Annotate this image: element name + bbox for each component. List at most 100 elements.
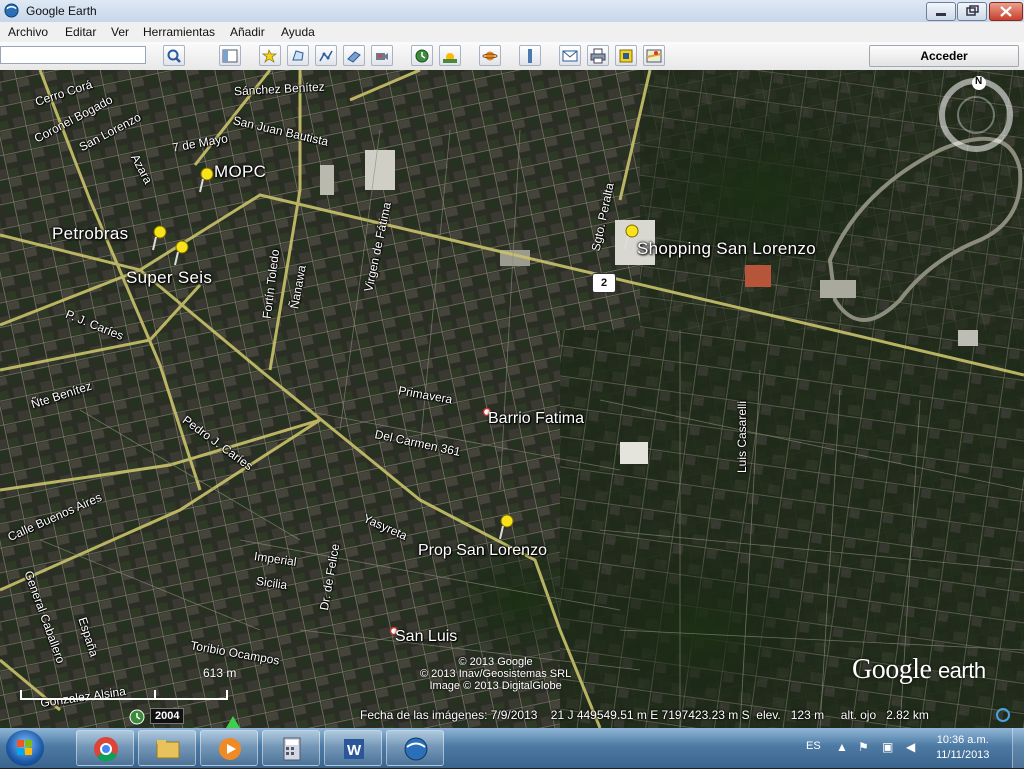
menu-anadir[interactable]: Añadir — [230, 25, 265, 39]
taskbar-google-earth[interactable] — [386, 730, 444, 766]
streaming-indicator-icon — [996, 708, 1010, 722]
sidebar-toggle-button[interactable] — [219, 45, 241, 66]
search-input[interactable] — [0, 46, 146, 64]
place-label[interactable]: Barrio Fatima — [488, 410, 584, 428]
window-title: Google Earth — [26, 4, 97, 18]
taskbar-calculator[interactable] — [262, 730, 320, 766]
minimize-button[interactable] — [926, 2, 956, 21]
clock-date: 11/11/2013 — [936, 749, 990, 761]
language-indicator[interactable]: ES — [806, 740, 821, 752]
network-icon[interactable]: ▣ — [882, 740, 893, 754]
taskbar-explorer[interactable] — [138, 730, 196, 766]
scale-label: 613 m — [203, 666, 237, 680]
media-player-icon — [219, 738, 241, 760]
place-label[interactable]: Prop San Lorenzo — [418, 542, 547, 560]
toolbar: Acceder — [0, 42, 1024, 71]
place-label[interactable]: Super Seis — [126, 268, 212, 288]
restore-button[interactable] — [957, 2, 987, 21]
route-shield: 2 — [592, 273, 616, 293]
clock[interactable]: 10:36 a.m. 11/11/2013 — [936, 733, 989, 763]
record-tour-button[interactable] — [371, 45, 393, 66]
menu-editar[interactable]: Editar — [65, 25, 96, 39]
yellow-pushpin-icon[interactable] — [172, 240, 190, 266]
save-image-icon — [619, 49, 633, 63]
email-button[interactable] — [559, 45, 581, 66]
add-placemark-button[interactable] — [259, 45, 281, 66]
ruler-icon — [528, 49, 532, 63]
add-path-button[interactable] — [315, 45, 337, 66]
explorer-folder-icon — [156, 740, 180, 759]
windows-logo-icon — [17, 740, 32, 755]
menu-ayuda[interactable]: Ayuda — [281, 25, 315, 39]
elevation: elev. 123 m — [756, 708, 825, 722]
status-bar: Fecha de las imágenes: 7/9/2013 21 J 449… — [360, 708, 929, 722]
imagery-date: Fecha de las imágenes: 7/9/2013 — [360, 708, 538, 722]
imagery-year-badge[interactable]: 2004 — [150, 708, 185, 724]
place-label[interactable]: San Luis — [395, 628, 457, 646]
google-earth-icon — [4, 3, 19, 18]
eye-altitude: alt. ojo 2.82 km — [840, 708, 929, 722]
yellow-pushpin-icon[interactable] — [497, 514, 515, 540]
taskbar-word[interactable]: W — [324, 730, 382, 766]
calculator-icon — [283, 737, 301, 761]
save-image-button[interactable] — [615, 45, 637, 66]
planets-icon — [482, 51, 498, 61]
clock-time: 10:36 a.m. — [936, 734, 989, 746]
imagery-credits: © 2013 Google © 2013 Inav/Geosistemas SR… — [420, 656, 571, 692]
sunlight-button[interactable] — [439, 45, 461, 66]
google-earth-logo: Google earth — [852, 654, 986, 686]
search-button[interactable] — [163, 45, 185, 66]
show-desktop-button[interactable] — [1012, 728, 1024, 768]
planets-button[interactable] — [479, 45, 501, 66]
menu-archivo[interactable]: Archivo — [8, 25, 48, 39]
scale-bar — [20, 690, 228, 700]
signin-button[interactable]: Acceder — [869, 45, 1019, 67]
minimize-icon — [936, 13, 946, 16]
email-icon — [562, 50, 578, 62]
place-label[interactable]: Petrobras — [52, 224, 128, 244]
coordinates: 21 J 449549.51 m E 7197423.23 m S — [550, 708, 750, 722]
slider-arrow-icon[interactable] — [226, 716, 240, 728]
menu-ver[interactable]: Ver — [111, 25, 129, 39]
search-icon — [167, 49, 181, 63]
credit-line: Image © 2013 DigitalGlobe — [429, 680, 562, 692]
menu-bar: Archivo Editar Ver Herramientas Añadir A… — [0, 22, 1024, 42]
add-image-overlay-button[interactable] — [343, 45, 365, 66]
close-button[interactable] — [989, 2, 1023, 21]
print-icon — [590, 48, 606, 64]
credit-line: © 2013 Inav/Geosistemas SRL — [420, 668, 572, 680]
start-button[interactable] — [6, 730, 44, 766]
title-bar: Google Earth — [0, 0, 1024, 23]
view-in-maps-button[interactable] — [643, 45, 665, 66]
add-image-overlay-icon — [347, 51, 361, 63]
place-label[interactable]: MOPC — [214, 162, 266, 182]
historical-imagery-icon[interactable] — [128, 708, 146, 726]
close-icon — [1000, 6, 1012, 17]
record-tour-icon — [376, 53, 388, 60]
ruler-button[interactable] — [519, 45, 541, 66]
historical-imagery-icon — [415, 49, 429, 63]
taskbar-chrome[interactable] — [76, 730, 134, 766]
print-button[interactable] — [587, 45, 609, 66]
svg-text:W: W — [347, 742, 362, 759]
add-placemark-icon — [262, 48, 278, 64]
yellow-pushpin-icon[interactable] — [197, 167, 215, 193]
scale-bar-tick — [154, 690, 156, 698]
chrome-icon — [94, 737, 118, 762]
satellite-imagery — [0, 70, 1024, 728]
yellow-pushpin-icon[interactable] — [150, 225, 168, 251]
street-label: Luis Casarelli — [735, 400, 750, 474]
add-path-icon — [319, 50, 333, 62]
menu-herramientas[interactable]: Herramientas — [143, 25, 215, 39]
show-hidden-icons-icon[interactable]: ▲ — [836, 740, 848, 754]
map-view[interactable]: Cerro Corá Coronel Bogado San Lorenzo Az… — [0, 70, 1024, 728]
google-earth-icon — [404, 737, 428, 761]
volume-icon[interactable]: ◀ — [906, 740, 915, 754]
view-in-maps-icon — [646, 49, 662, 63]
add-polygon-button[interactable] — [287, 45, 309, 66]
historical-imagery-button[interactable] — [411, 45, 433, 66]
compass-icon[interactable] — [937, 76, 1015, 154]
taskbar-media-player[interactable] — [200, 730, 258, 766]
action-center-flag-icon[interactable]: ⚑ — [858, 740, 869, 754]
place-label[interactable]: Shopping San Lorenzo — [637, 239, 816, 259]
